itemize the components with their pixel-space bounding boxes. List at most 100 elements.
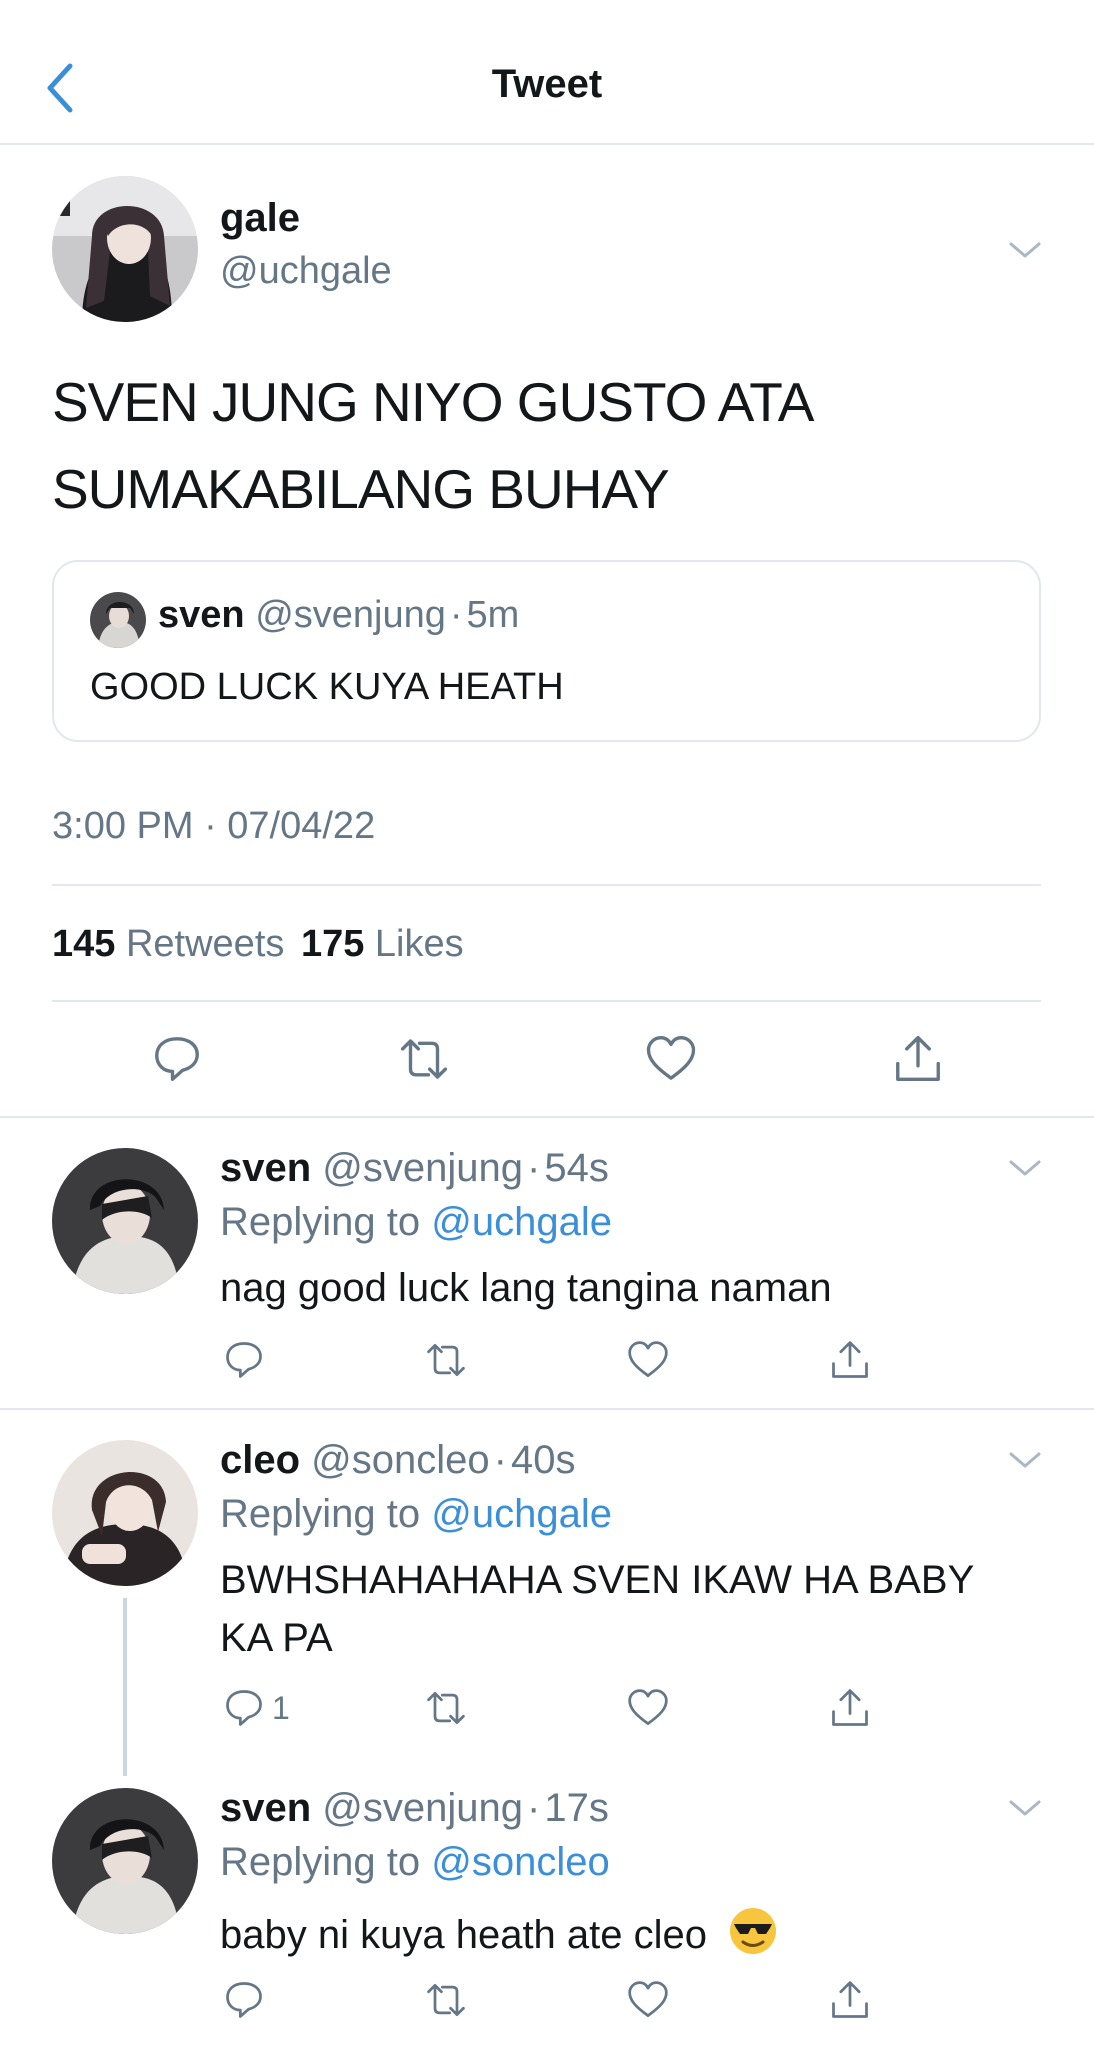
reply-divider: [0, 1408, 1094, 1410]
retweets-count: 145: [52, 923, 116, 965]
share-button[interactable]: [828, 1978, 872, 2022]
like-icon: [626, 1338, 670, 1382]
more-options-button[interactable]: [1005, 1154, 1045, 1182]
more-options-button[interactable]: [1005, 1446, 1045, 1474]
like-button[interactable]: [626, 1978, 670, 2022]
author-handle: @uchgale: [220, 250, 392, 292]
share-icon: [828, 1686, 872, 1730]
reply-button[interactable]: [222, 1978, 266, 2022]
retweet-button[interactable]: [397, 1032, 451, 1086]
retweet-button[interactable]: [424, 1978, 468, 2022]
avatar[interactable]: [52, 1148, 198, 1294]
chevron-down-icon: [1009, 1800, 1041, 1816]
share-button[interactable]: [828, 1686, 872, 1730]
replying-to-label: Replying to: [220, 1200, 421, 1244]
reply-time: 54s: [544, 1146, 609, 1190]
more-options-button[interactable]: [1005, 1794, 1045, 1822]
reply-author-name: cleo: [220, 1438, 301, 1482]
like-button[interactable]: [644, 1032, 698, 1086]
reply-author-handle: @svenjung: [322, 1146, 524, 1190]
reply-author-handle: @svenjung: [322, 1786, 524, 1830]
reply-icon: [222, 1686, 266, 1730]
avatar[interactable]: [52, 1788, 198, 1934]
avatar[interactable]: [52, 176, 198, 322]
reply-header: sven @svenjung · 54s: [220, 1146, 609, 1191]
retweets-stat[interactable]: 145 Retweets: [52, 923, 295, 965]
reply-separator: ·: [527, 1146, 541, 1190]
stats-divider-bottom: [52, 1000, 1041, 1002]
author-name: gale: [220, 196, 301, 240]
tweet-text-line-1: SVEN JUNG NIYO GUSTO ATA: [52, 371, 814, 433]
retweet-button[interactable]: [424, 1686, 468, 1730]
reply-button[interactable]: [222, 1338, 266, 1382]
replying-to-label: Replying to: [220, 1492, 421, 1536]
retweet-icon: [424, 1686, 468, 1730]
quote-author-handle: @svenjung: [255, 594, 446, 636]
share-button[interactable]: [891, 1032, 945, 1086]
quote-author-name: sven: [158, 594, 245, 636]
like-button[interactable]: [626, 1338, 670, 1382]
tweet-text-line-2: SUMAKABILANG BUHAY: [52, 458, 670, 520]
reply-header: cleo @soncleo · 40s: [220, 1438, 575, 1483]
chevron-down-icon: [1009, 1452, 1041, 1468]
reply-separator: ·: [527, 1786, 541, 1830]
tweet-timestamp: 3:00 PM · 07/04/22: [52, 805, 376, 847]
quote-avatar: [90, 592, 146, 648]
like-button[interactable]: [626, 1686, 670, 1730]
chevron-down-icon: [1009, 242, 1041, 258]
reply-button[interactable]: [150, 1032, 204, 1086]
reply-header: sven @svenjung · 17s: [220, 1786, 609, 1831]
reply-time: 17s: [544, 1786, 609, 1830]
retweet-icon: [397, 1032, 451, 1086]
more-options-button[interactable]: [1005, 236, 1045, 264]
like-icon: [626, 1686, 670, 1730]
reply-icon: [150, 1032, 204, 1086]
replying-to: Replying to @uchgale: [220, 1492, 612, 1537]
tweet-stats: 145 Retweets 175 Likes: [52, 923, 464, 966]
replying-to-handle[interactable]: @uchgale: [431, 1200, 612, 1244]
likes-count: 175: [300, 923, 365, 965]
retweet-button[interactable]: [424, 1338, 468, 1382]
stats-divider-top: [52, 884, 1041, 886]
share-icon: [891, 1032, 945, 1086]
reply-button[interactable]: 1: [222, 1686, 302, 1730]
replying-to-label: Replying to: [220, 1840, 421, 1884]
reply-icon: [222, 1978, 266, 2022]
retweet-icon: [424, 1978, 468, 2022]
retweets-label: Retweets: [125, 923, 285, 965]
share-icon: [828, 1338, 872, 1382]
quote-time: 5m: [466, 594, 520, 636]
share-button[interactable]: [828, 1338, 872, 1382]
quoted-tweet[interactable]: sven @svenjung · 5m GOOD LUCK KUYA HEATH: [52, 560, 1041, 742]
replying-to: Replying to @soncleo: [220, 1840, 610, 1885]
replying-to-handle[interactable]: @soncleo: [431, 1840, 609, 1884]
reply-author-name: sven: [220, 1786, 312, 1830]
reply-time: 40s: [510, 1438, 576, 1482]
main-tweet-divider: [0, 1116, 1094, 1118]
quote-header: sven @svenjung · 5m: [158, 594, 519, 637]
replying-to-handle[interactable]: @uchgale: [431, 1492, 612, 1536]
reply-text: nag good luck lang tangina naman: [220, 1266, 832, 1310]
likes-stat[interactable]: 175 Likes: [301, 923, 464, 965]
reply-text: baby ni kuya heath ate cleo: [220, 1906, 778, 1966]
reply-text-line-2: KA PA: [220, 1616, 333, 1660]
reply-separator: ·: [493, 1438, 507, 1482]
reply-text-content: baby ni kuya heath ate cleo: [220, 1913, 708, 1957]
reply-author-name: sven: [220, 1146, 312, 1190]
reply-text-line-1: BWHSHAHAHAHA SVEN IKAW HA BABY: [220, 1558, 975, 1602]
avatar[interactable]: [52, 1440, 198, 1586]
retweet-icon: [424, 1338, 468, 1382]
quote-separator: ·: [449, 594, 463, 636]
share-icon: [828, 1978, 872, 2022]
likes-label: Likes: [374, 923, 464, 965]
reply-author-handle: @soncleo: [311, 1438, 490, 1482]
thread-line: [123, 1598, 127, 1776]
page-title: Tweet: [491, 62, 603, 106]
header-divider: [0, 143, 1094, 145]
replying-to: Replying to @uchgale: [220, 1200, 612, 1245]
quote-text: GOOD LUCK KUYA HEATH: [90, 666, 564, 708]
like-icon: [644, 1032, 698, 1086]
sunglasses-emoji: [728, 1906, 778, 1966]
reply-count: 1: [272, 1690, 290, 1726]
chevron-down-icon: [1009, 1160, 1041, 1176]
